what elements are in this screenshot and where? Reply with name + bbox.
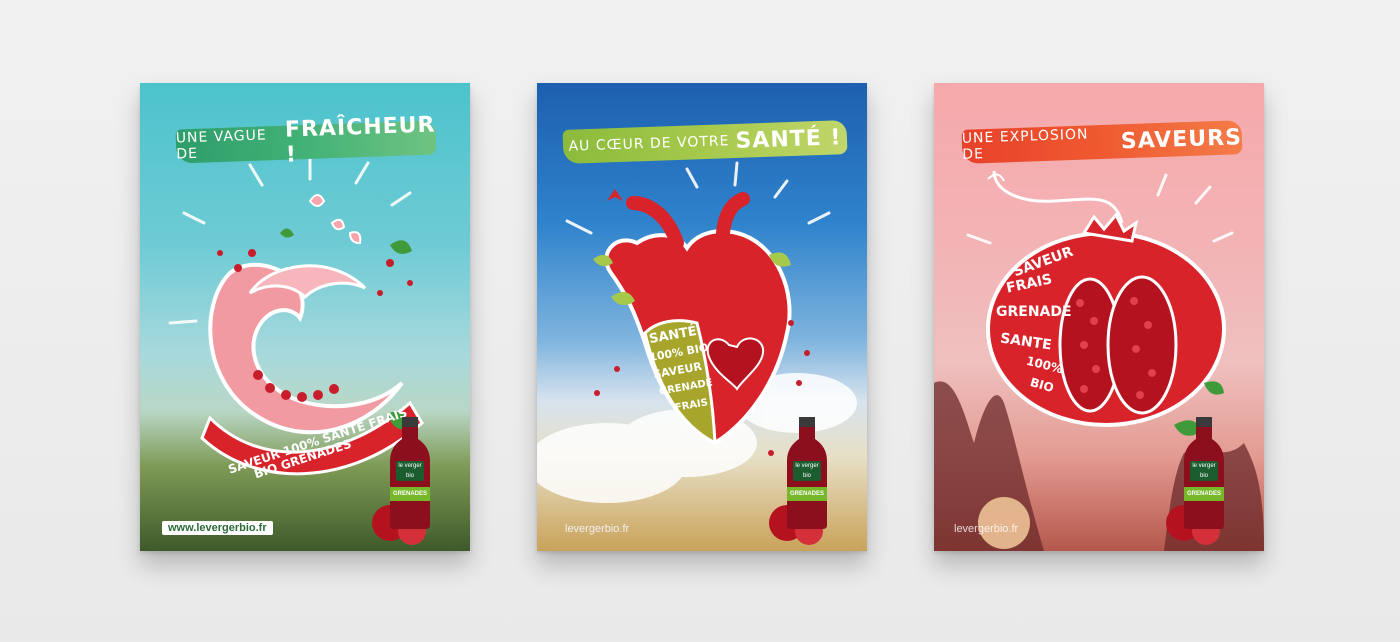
banner-big-text: SAVEURS: [1120, 124, 1243, 154]
bottle-label: GRENADES: [390, 487, 430, 501]
banner-small-text: AU CŒUR DE VOTRE: [568, 133, 730, 155]
juice-bottle: le verger bio GRENADES: [785, 417, 829, 529]
art-word: GRENADE: [996, 304, 1072, 320]
poster-sante: AU CŒUR DE VOTRE SANTÉ ! SANTÉ 100% BIO …: [537, 83, 867, 551]
banner-big-text: SANTÉ !: [735, 124, 842, 154]
juice-bottle: le verger bio GRENADES: [1182, 417, 1226, 529]
bottle-label: GRENADES: [1184, 487, 1224, 501]
bottle-brand: le verger bio: [793, 461, 821, 481]
poster-saveurs: UNE EXPLOSION DE SAVEURS SAVEUR FRAIS GR…: [934, 83, 1264, 551]
website-url: levergerbio.fr: [565, 523, 630, 535]
bottle-brand: le verger bio: [1190, 461, 1218, 481]
bottle-brand: le verger bio: [396, 461, 424, 481]
website-url: levergerbio.fr: [954, 523, 1019, 535]
juice-bottle: le verger bio GRENADES: [388, 417, 432, 529]
banner-big-text: FRAÎCHEUR !: [284, 112, 436, 168]
poster-fraicheur: UNE VAGUE DE FRAÎCHEUR ! SAVEUR 100% SAN…: [140, 83, 470, 551]
banner-small-text: UNE VAGUE DE: [175, 127, 268, 163]
banner-small-text: UNE EXPLOSION DE: [961, 126, 1089, 163]
website-url: www.levergerbio.fr: [162, 521, 273, 535]
bottle-label: GRENADES: [787, 487, 827, 501]
